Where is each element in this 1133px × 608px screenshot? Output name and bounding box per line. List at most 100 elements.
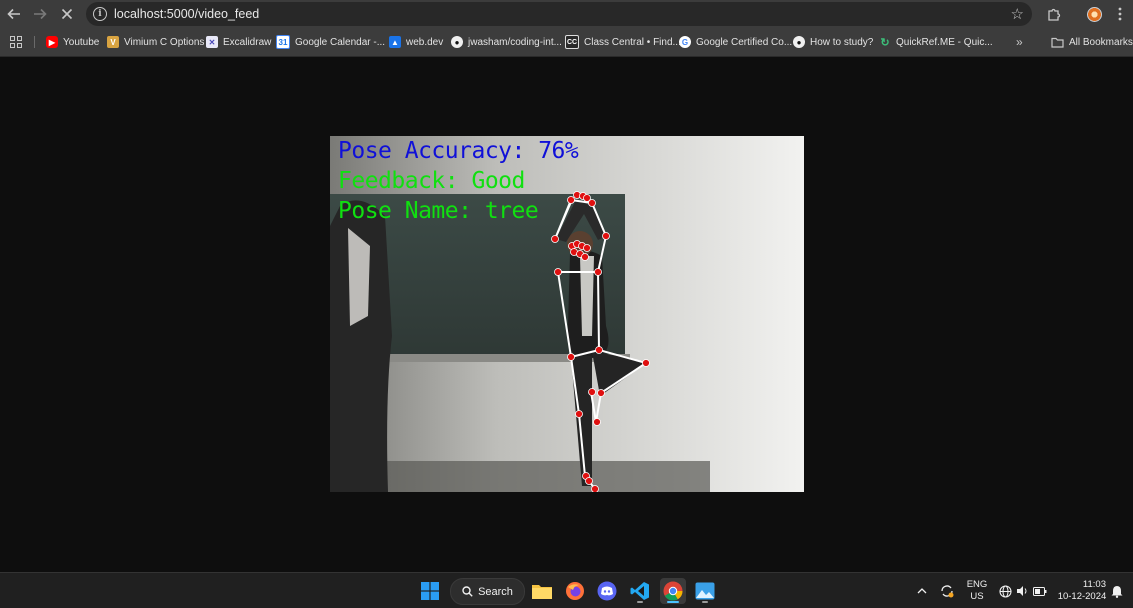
bookmark-class-central[interactable]: CC Class Central • Find... [565, 35, 681, 49]
class-central-icon: CC [565, 35, 579, 49]
bookmark-label: Excalidraw [223, 36, 272, 48]
running-indicator [637, 601, 643, 603]
bookmarks-bar: ▶ Youtube V Vimium C Options ✕ Excalidra… [0, 28, 1133, 57]
file-explorer-button[interactable] [529, 578, 555, 604]
bookmark-excalidraw[interactable]: ✕ Excalidraw [206, 35, 271, 49]
keypoint [602, 232, 610, 240]
bookmark-label: Vimium C Options [124, 36, 205, 48]
github-icon: ● [793, 36, 805, 48]
keypoint [567, 353, 575, 361]
firefox-icon [566, 582, 584, 600]
keypoint [588, 199, 596, 207]
keypoint [551, 235, 559, 243]
bookmark-google-certified[interactable]: G Google Certified Co... [679, 35, 792, 49]
keypoint [585, 477, 593, 485]
bookmark-label: web.dev [406, 36, 444, 48]
keypoint [595, 346, 603, 354]
excalidraw-icon: ✕ [206, 36, 218, 48]
sync-tray-button[interactable] [936, 578, 958, 604]
bookmark-jwasham[interactable]: ● jwasham/coding-int... [451, 35, 562, 49]
keypoint [554, 268, 562, 276]
pose-name-text: Pose Name: tree [338, 198, 539, 224]
photos-button[interactable] [692, 578, 718, 604]
show-hidden-icons-button[interactable] [912, 578, 932, 604]
bookmark-webdev[interactable]: ▲ web.dev [389, 35, 443, 49]
youtube-icon: ▶ [46, 36, 58, 48]
webdev-icon: ▲ [389, 36, 401, 48]
search-label: Search [478, 585, 513, 598]
video-feed-frame: Pose Accuracy: 76% Feedback: Good Pose N… [330, 136, 804, 492]
menu-button[interactable] [1108, 2, 1132, 26]
region-code: US [970, 591, 984, 602]
globe-icon [998, 584, 1012, 598]
windows-taskbar: Search ENG US 11:03 10-12-2024 [0, 572, 1133, 608]
keypoint [594, 268, 602, 276]
battery-tray-button[interactable] [1031, 578, 1049, 604]
input-language[interactable]: ENG US [964, 579, 990, 603]
more-bookmarks-button[interactable]: » [1016, 35, 1023, 49]
clock[interactable]: 11:03 10-12-2024 [1054, 579, 1110, 603]
site-info-icon[interactable]: i [93, 7, 107, 21]
bookmark-quickref[interactable]: ↻ QuickRef.ME - Quic... [879, 35, 993, 49]
search-icon [462, 586, 473, 597]
start-button[interactable] [417, 578, 443, 604]
pose-accuracy-text: Pose Accuracy: 76% [338, 138, 579, 164]
bookmark-label: Youtube [63, 36, 100, 48]
keypoint [583, 244, 591, 252]
center-person-shirt [580, 256, 594, 336]
keypoint [588, 388, 596, 396]
apps-grid-icon[interactable] [10, 36, 22, 48]
photos-icon [695, 582, 715, 600]
bookmark-label: Class Central • Find... [584, 36, 681, 48]
chevron-double-right-icon: » [1016, 35, 1023, 49]
chrome-icon [663, 581, 683, 601]
language-code: ENG [966, 579, 988, 590]
chevron-up-icon [917, 588, 927, 594]
address-url[interactable]: localhost:5000/video_feed [114, 7, 259, 21]
profile-button[interactable] [1082, 2, 1106, 26]
firefox-button[interactable] [562, 578, 588, 604]
bookmark-google-calendar[interactable]: 31 Google Calendar -... [276, 35, 385, 49]
stop-loading-button[interactable] [55, 2, 79, 26]
network-tray-button[interactable] [996, 578, 1014, 604]
vscode-icon [630, 582, 649, 600]
bookmark-vimium[interactable]: V Vimium C Options [107, 35, 204, 49]
bookmark-star-icon[interactable]: ☆ [1011, 5, 1024, 23]
keypoint [591, 485, 599, 492]
keypoint [642, 359, 650, 367]
discord-button[interactable] [594, 578, 620, 604]
bookmark-label: jwasham/coding-int... [468, 36, 562, 48]
vscode-button[interactable] [627, 578, 653, 604]
bookmark-label: How to study? [810, 36, 874, 48]
close-icon [61, 8, 73, 20]
all-bookmarks-button[interactable]: All Bookmarks [1051, 35, 1133, 49]
github-icon: ● [451, 36, 463, 48]
bookmark-label: QuickRef.ME - Quic... [896, 36, 993, 48]
keypoint [567, 196, 575, 204]
volume-tray-button[interactable] [1013, 578, 1031, 604]
taskbar-search[interactable]: Search [450, 578, 525, 605]
bell-icon [1111, 585, 1123, 598]
keypoint [575, 410, 583, 418]
notifications-button[interactable] [1108, 578, 1126, 604]
bookmark-youtube[interactable]: ▶ Youtube [46, 35, 99, 49]
google-icon: G [679, 36, 691, 48]
folder-icon [1051, 37, 1064, 48]
avatar [1086, 6, 1102, 22]
browser-toolbar: i localhost:5000/video_feed ☆ [0, 0, 1133, 28]
bookmark-how-to-study[interactable]: ● How to study? [793, 35, 873, 49]
chrome-button[interactable] [660, 578, 686, 604]
sync-icon [941, 585, 954, 598]
forward-button[interactable] [28, 2, 52, 26]
bookmark-label: Google Calendar -... [295, 36, 386, 48]
back-button[interactable] [2, 2, 26, 26]
vimium-icon: V [107, 36, 119, 48]
folder-icon [532, 585, 552, 599]
windows-logo-icon [421, 582, 439, 600]
extensions-button[interactable] [1042, 2, 1066, 26]
address-bar[interactable]: i localhost:5000/video_feed ☆ [86, 2, 1032, 26]
all-bookmarks-label: All Bookmarks [1069, 36, 1133, 48]
keypoint [597, 389, 605, 397]
puzzle-icon [1047, 8, 1060, 21]
keypoint [581, 253, 589, 261]
